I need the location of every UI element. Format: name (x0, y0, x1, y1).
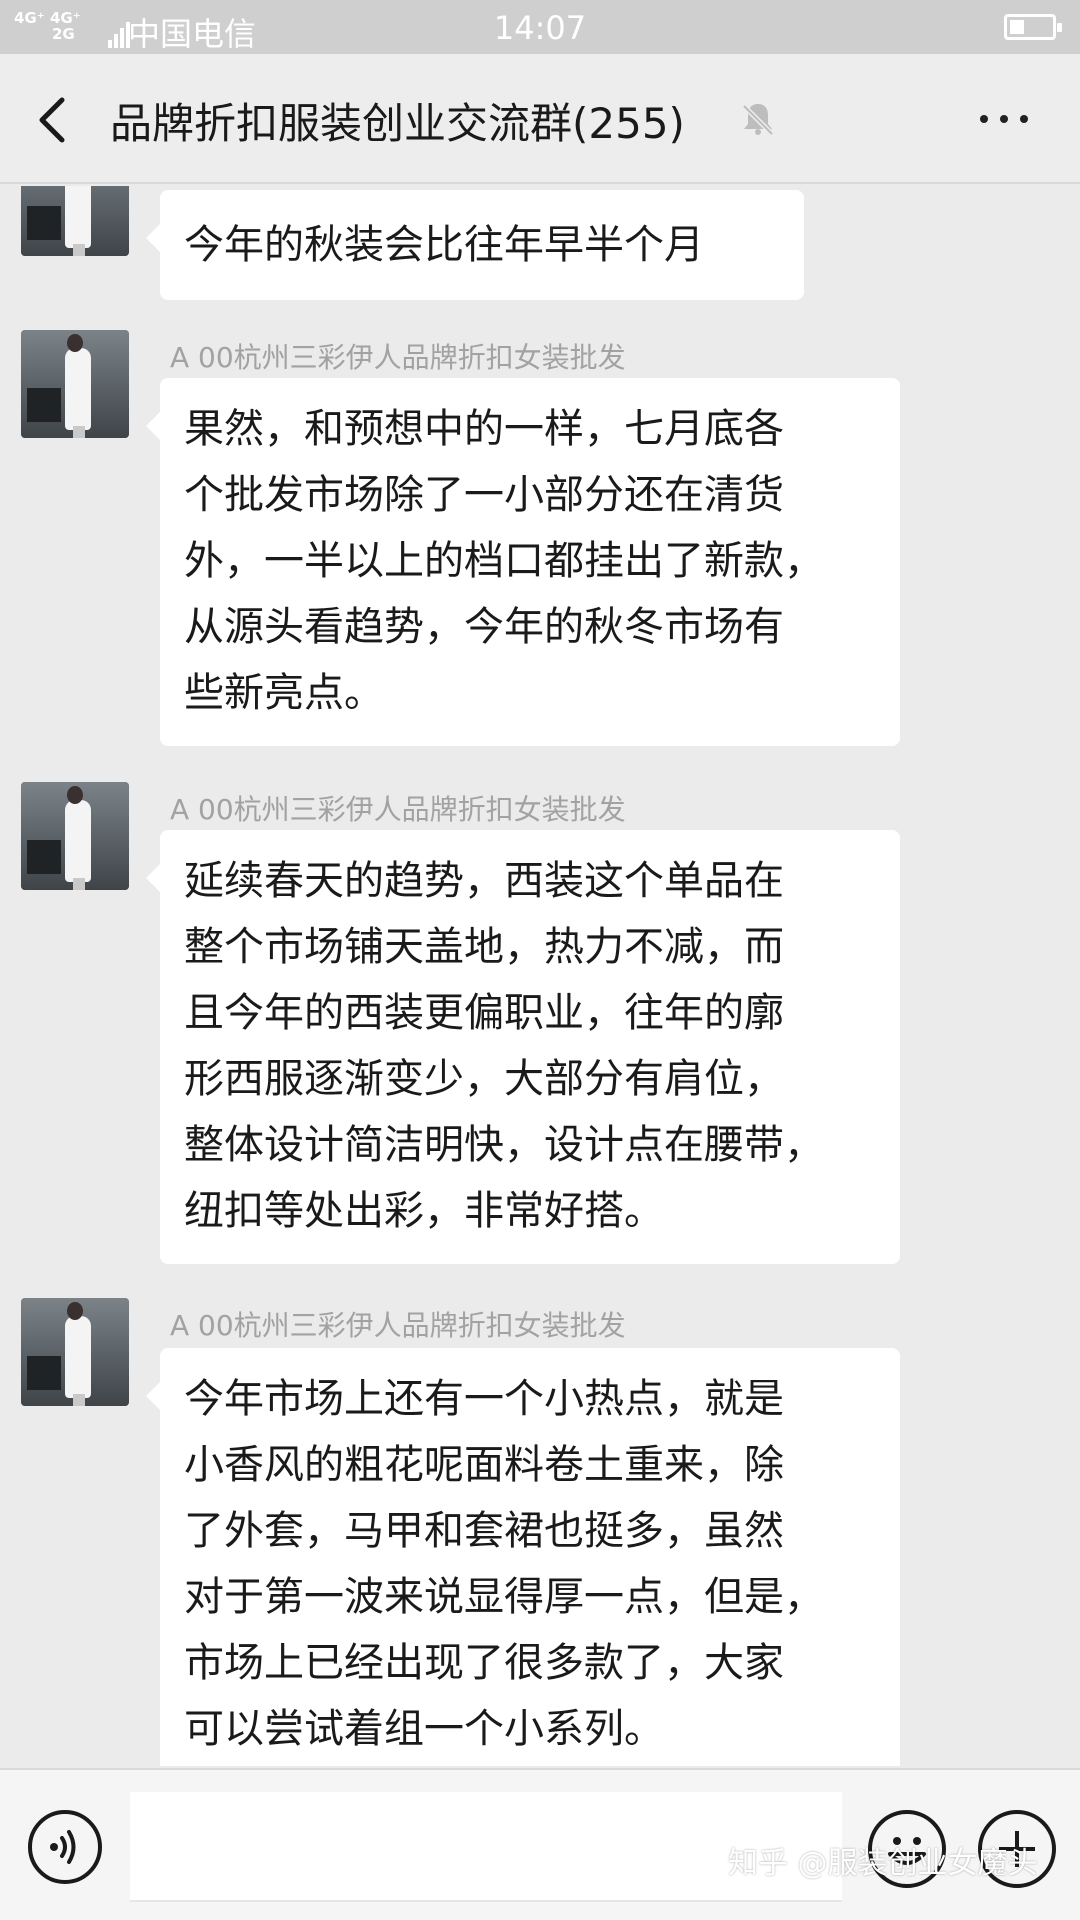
message-text: 形西服逐渐变少，大部分有肩位， (184, 1056, 784, 1102)
message-text: 了外套，马甲和套裙也挺多，虽然 (184, 1508, 784, 1554)
sender-name: A 00杭州三彩伊人品牌折扣女装批发 (170, 793, 626, 826)
sender-name: A 00杭州三彩伊人品牌折扣女装批发 (170, 341, 626, 374)
message-text: 可以尝试着组一个小系列。 (184, 1706, 664, 1752)
voice-icon (50, 1830, 76, 1864)
sender-name: A 00杭州三彩伊人品牌折扣女装批发 (170, 1309, 626, 1342)
battery-level (1010, 20, 1024, 34)
back-button[interactable] (30, 90, 80, 150)
watermark: 知乎 @服装创业女魔头 (728, 1846, 1038, 1881)
message-bubble[interactable]: 今年的秋装会比往年早半个月 (146, 190, 804, 300)
message-text: 个批发市场除了一小部分还在清货 (184, 472, 784, 518)
battery-icon (1004, 14, 1062, 40)
message-text: 今年市场上还有一个小热点，就是 (184, 1376, 784, 1422)
voice-button[interactable] (28, 1810, 102, 1884)
message-list[interactable]: 今年的秋装会比往年早半个月 A 00杭州三彩伊人品牌折扣女装批发 果然，和预想中… (0, 186, 1080, 1766)
bell-muted-icon (738, 98, 778, 138)
message-text: 果然，和预想中的一样，七月底各 (184, 406, 784, 452)
message-text: 整个市场铺天盖地，热力不减，而 (184, 924, 784, 970)
message-bubble[interactable]: 今年市场上还有一个小热点，就是 小香风的粗花呢面料卷土重来，除 了外套，马甲和套… (146, 1348, 900, 1766)
avatar[interactable] (21, 782, 129, 890)
message-text: 且今年的西装更偏职业，往年的廓 (184, 990, 784, 1036)
message-text: 市场上已经出现了很多款了，大家 (184, 1640, 784, 1686)
avatar[interactable] (21, 1298, 129, 1406)
avatar[interactable] (21, 186, 129, 256)
avatar[interactable] (21, 330, 129, 438)
message-text: 整体设计简洁明快，设计点在腰带， (184, 1122, 824, 1168)
message-text: 从源头看趋势，今年的秋冬市场有 (184, 604, 784, 650)
message-text: 对于第一波来说显得厚一点，但是， (184, 1574, 824, 1620)
more-button[interactable] (974, 98, 1034, 138)
message-text: 外，一半以上的档口都挂出了新款， (184, 538, 824, 584)
message-bubble[interactable]: 延续春天的趋势，西装这个单品在 整个市场铺天盖地，热力不减，而 且今年的西装更偏… (146, 830, 900, 1264)
message-text: 小香风的粗花呢面料卷土重来，除 (184, 1442, 784, 1488)
message-text: 延续春天的趋势，西装这个单品在 (184, 858, 784, 904)
chat-header: 品牌折扣服装创业交流群(255) (0, 54, 1080, 184)
status-time: 14:07 (493, 9, 587, 47)
back-chevron-icon (39, 97, 65, 143)
group-title: 品牌折扣服装创业交流群(255) (110, 99, 685, 148)
message-bubble[interactable]: 果然，和预想中的一样，七月底各 个批发市场除了一小部分还在清货 外，一半以上的档… (146, 378, 900, 746)
status-bar: 4G⁺ 4G⁺ 2G 中国电信 14:07 (0, 0, 1080, 54)
message-text: 些新亮点。 (184, 670, 384, 716)
message-text: 纽扣等处出彩，非常好搭。 (184, 1188, 664, 1234)
message-text: 今年的秋装会比往年早半个月 (184, 222, 704, 268)
